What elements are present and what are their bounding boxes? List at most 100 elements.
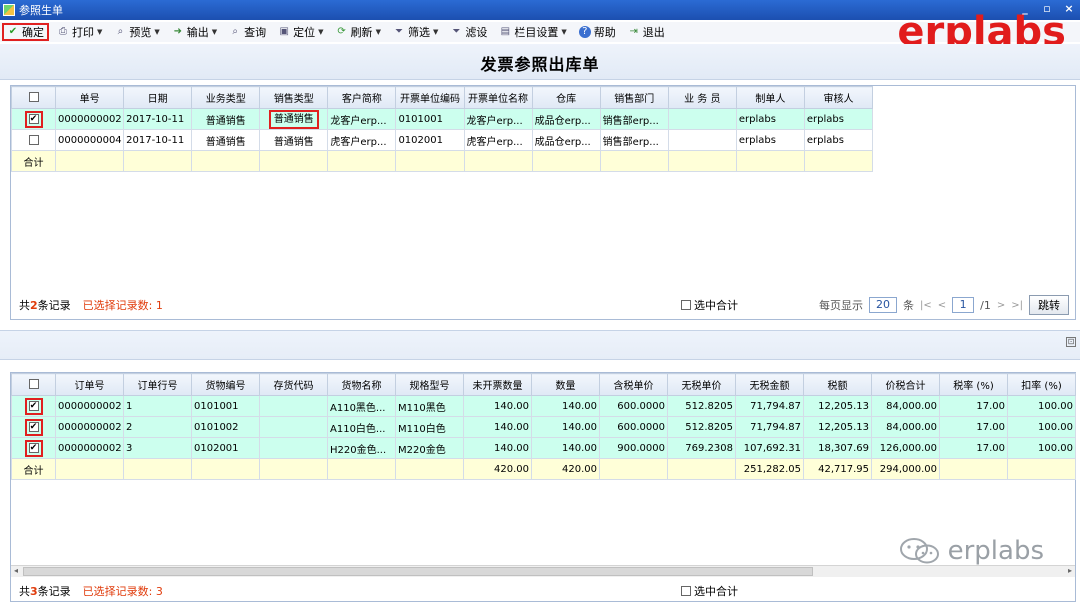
print-button[interactable]: ⎙ 打印 ▼	[53, 23, 106, 41]
header-grid-panel: 单号 日期 业务类型 销售类型 客户简称 开票单位编码 开票单位名称 仓库 销售…	[10, 85, 1076, 320]
col-header[interactable]: 数量	[531, 373, 600, 396]
col-header[interactable]: 规格型号	[395, 373, 464, 396]
cell: 0101001	[395, 108, 465, 130]
cell: 600.0000	[599, 395, 668, 417]
chevron-down-icon[interactable]: ▼	[561, 28, 566, 36]
sum-selected-checkbox[interactable]: 选中合计	[681, 297, 738, 313]
col-header[interactable]: 业 务 员	[667, 86, 737, 109]
col-header[interactable]: 订单行号	[123, 373, 192, 396]
col-header[interactable]: 订单号	[55, 373, 124, 396]
scrollbar-thumb[interactable]	[23, 567, 813, 576]
table-row[interactable]: 0000000004 2017-10-11 普通销售 普通销售 虎客户erp..…	[10, 129, 874, 151]
col-header[interactable]: 制单人	[735, 86, 805, 109]
column-settings-button[interactable]: ▤ 栏目设置 ▼	[495, 23, 570, 41]
page-number-input[interactable]: 1	[952, 297, 975, 313]
cell: 0101002	[191, 416, 260, 438]
col-header[interactable]: 业务类型	[191, 86, 261, 109]
col-header[interactable]: 扣率 (%)	[1007, 373, 1076, 396]
exit-icon: ⇥	[629, 26, 638, 37]
help-button[interactable]: ? 帮助	[575, 23, 620, 41]
expand-icon[interactable]: ⊡	[1066, 337, 1076, 347]
cell: M110白色	[395, 416, 464, 438]
total-cell	[939, 458, 1008, 480]
cell: 成品仓erp...	[531, 129, 601, 151]
last-page-icon[interactable]: >|	[1011, 300, 1023, 311]
prev-page-icon[interactable]: <	[938, 300, 946, 311]
table-row[interactable]: ✔ 0000000002 2017-10-11 普通销售 普通销售 龙客户erp…	[10, 108, 874, 130]
next-page-icon[interactable]: >	[997, 300, 1005, 311]
detail-grid: 订单号 订单行号 货物编号 存货代码 货物名称 规格型号 未开票数量 数量 含税…	[11, 373, 1076, 480]
col-header[interactable]: 货物名称	[327, 373, 396, 396]
refresh-button[interactable]: ⟳ 刷新 ▼	[332, 23, 385, 41]
col-header[interactable]: 含税单价	[599, 373, 668, 396]
col-header[interactable]: 税额	[803, 373, 872, 396]
funnel-icon: ⏷	[394, 26, 403, 37]
select-all-checkbox[interactable]	[10, 86, 57, 109]
row-checkbox[interactable]: ✔	[11, 437, 56, 459]
col-header[interactable]: 税率 (%)	[939, 373, 1008, 396]
row-checkbox[interactable]	[10, 129, 57, 151]
cell: 3	[123, 437, 192, 459]
chevron-down-icon[interactable]: ▼	[376, 28, 381, 36]
cell: 140.00	[531, 416, 600, 438]
exit-button[interactable]: ⇥ 退出	[624, 23, 669, 41]
cell: M220金色	[395, 437, 464, 459]
page-size-input[interactable]: 20	[869, 297, 897, 313]
locate-button[interactable]: ▣ 定位 ▼	[274, 23, 327, 41]
cell: 512.8205	[667, 416, 736, 438]
col-header[interactable]: 开票单位名称	[463, 86, 533, 109]
header-grid: 单号 日期 业务类型 销售类型 客户简称 开票单位编码 开票单位名称 仓库 销售…	[10, 86, 874, 172]
row-checkbox[interactable]: ✔	[11, 395, 56, 417]
col-header[interactable]: 价税合计	[871, 373, 940, 396]
first-page-icon[interactable]: |<	[920, 300, 932, 311]
horizontal-scrollbar[interactable]: ◂ ▸	[11, 565, 1075, 577]
chevron-down-icon[interactable]: ▼	[212, 28, 217, 36]
col-header[interactable]: 存货代码	[259, 373, 328, 396]
col-header[interactable]: 单号	[55, 86, 125, 109]
sum-selected-checkbox[interactable]: 选中合计	[681, 583, 738, 599]
col-header[interactable]: 货物编号	[191, 373, 260, 396]
cell: 769.2308	[667, 437, 736, 459]
record-count-suffix: 条记录	[37, 299, 71, 312]
filter-button[interactable]: ⏷ 筛选 ▼	[389, 23, 442, 41]
chevron-down-icon[interactable]: ▼	[154, 28, 159, 36]
go-page-button[interactable]: 跳转	[1029, 295, 1069, 315]
cell: 成品仓erp...	[531, 108, 601, 130]
detail-grid-head: 订单号 订单行号 货物编号 存货代码 货物名称 规格型号 未开票数量 数量 含税…	[11, 373, 1076, 396]
col-header[interactable]: 销售部门	[599, 86, 669, 109]
subfilter-button[interactable]: ⏷ 滤设	[446, 23, 491, 41]
chevron-down-icon[interactable]: ▼	[97, 28, 102, 36]
col-header[interactable]: 仓库	[531, 86, 601, 109]
columns-icon: ▤	[500, 26, 511, 37]
scroll-left-icon[interactable]: ◂	[11, 566, 21, 575]
export-button[interactable]: ➜ 输出 ▼	[168, 23, 221, 41]
col-header[interactable]: 无税金额	[735, 373, 804, 396]
chevron-down-icon[interactable]: ▼	[318, 28, 323, 36]
cell: 126,000.00	[871, 437, 940, 459]
cell: 140.00	[531, 437, 600, 459]
query-label: 查询	[244, 26, 267, 39]
confirm-button[interactable]: ✔ 确定	[2, 23, 49, 41]
row-checkbox[interactable]: ✔	[10, 108, 57, 130]
selected-count: 已选择记录数: 1	[82, 299, 163, 312]
cell: erplabs	[803, 129, 874, 151]
preview-button[interactable]: ⌕ 预览 ▼	[110, 23, 163, 41]
col-header[interactable]: 销售类型	[259, 86, 329, 109]
col-header[interactable]: 开票单位编码	[395, 86, 465, 109]
select-all-checkbox[interactable]	[11, 373, 56, 396]
scroll-right-icon[interactable]: ▸	[1065, 566, 1075, 575]
table-row[interactable]: ✔ 0000000002 3 0102001 H220金色... M220金色 140.00…	[11, 437, 1076, 459]
table-row[interactable]: ✔ 0000000002 2 0101002 A110白色... M110白色 140.00…	[11, 416, 1076, 438]
panel-splitter[interactable]: ⊡	[0, 330, 1080, 360]
query-button[interactable]: ⌕ 查询	[225, 23, 270, 41]
col-header[interactable]: 日期	[123, 86, 193, 109]
window-title: 参照生单	[19, 4, 63, 17]
col-header[interactable]: 未开票数量	[463, 373, 532, 396]
col-header[interactable]: 客户简称	[327, 86, 397, 109]
cell: 0102001	[395, 129, 465, 151]
col-header[interactable]: 无税单价	[667, 373, 736, 396]
table-row[interactable]: ✔ 0000000002 1 0101001 A110黑色... M110黑色 140.00…	[11, 395, 1076, 417]
chevron-down-icon[interactable]: ▼	[433, 28, 438, 36]
col-header[interactable]: 审核人	[803, 86, 874, 109]
row-checkbox[interactable]: ✔	[11, 416, 56, 438]
